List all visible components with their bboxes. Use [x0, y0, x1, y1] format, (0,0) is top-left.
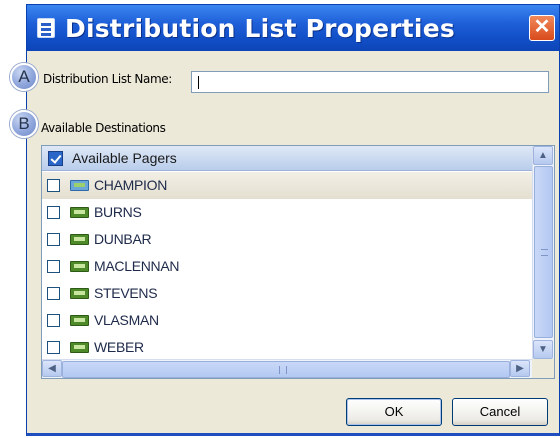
pager-list[interactable]: Available Pagers CHAMPION BURNS DUNBAR MACL…: [41, 145, 555, 379]
pager-name: CHAMPION: [94, 177, 168, 193]
list-header-label: Available Pagers: [72, 150, 177, 166]
grip-icon: [541, 249, 548, 256]
horizontal-scroll-thumb[interactable]: [62, 361, 510, 378]
callout-marker-a: A: [10, 63, 38, 91]
available-destinations-label: Available Destinations: [41, 121, 166, 135]
list-item[interactable]: DUNBAR: [42, 226, 532, 253]
list-item[interactable]: VLASMAN: [42, 307, 532, 334]
list-item[interactable]: STEVENS: [42, 280, 532, 307]
list-header[interactable]: Available Pagers: [42, 146, 532, 171]
pager-name: VLASMAN: [94, 312, 159, 328]
select-all-checkbox[interactable]: [48, 151, 63, 166]
distribution-list-name-label: Distribution List Name:: [43, 72, 172, 86]
pager-icon: [70, 315, 89, 326]
distribution-list-name-input[interactable]: [191, 71, 549, 93]
scrollbar-corner: [532, 359, 554, 378]
horizontal-scrollbar[interactable]: ◀ ▶: [42, 359, 532, 378]
pager-name: DUNBAR: [94, 231, 152, 247]
pager-name: BURNS: [94, 204, 142, 220]
pager-name: WEBER: [94, 339, 144, 355]
title-bar[interactable]: Distribution List Properties ✕: [27, 5, 559, 51]
pager-icon: [70, 261, 89, 272]
distribution-list-dialog: Distribution List Properties ✕ Distribut…: [26, 4, 560, 436]
text-caret: [198, 76, 199, 89]
pager-name: STEVENS: [94, 285, 158, 301]
pager-icon: [70, 288, 89, 299]
pager-checkbox[interactable]: [47, 260, 60, 273]
pager-icon: [70, 207, 89, 218]
pager-checkbox[interactable]: [47, 341, 60, 354]
pager-group-icon: [70, 180, 89, 191]
pager-checkbox[interactable]: [47, 179, 60, 192]
callout-marker-b: B: [10, 110, 38, 138]
window-title: Distribution List Properties: [65, 14, 455, 43]
pager-name: MACLENNAN: [94, 258, 180, 274]
scroll-left-button[interactable]: ◀: [42, 360, 62, 377]
grip-icon: [279, 366, 287, 374]
cancel-button[interactable]: Cancel: [452, 398, 548, 426]
list-item[interactable]: WEBER: [42, 334, 532, 361]
pager-checkbox[interactable]: [47, 233, 60, 246]
list-item[interactable]: MACLENNAN: [42, 253, 532, 280]
scroll-down-button[interactable]: ▼: [533, 340, 553, 359]
pager-icon: [70, 234, 89, 245]
vertical-scroll-thumb[interactable]: [534, 166, 553, 338]
document-icon: [37, 18, 55, 38]
scroll-up-button[interactable]: ▲: [533, 146, 553, 165]
ok-button[interactable]: OK: [346, 398, 442, 426]
list-item[interactable]: CHAMPION: [42, 172, 532, 199]
pager-checkbox[interactable]: [47, 287, 60, 300]
scroll-right-button[interactable]: ▶: [510, 360, 530, 377]
vertical-scrollbar[interactable]: ▲ ▼: [532, 146, 554, 360]
close-button[interactable]: ✕: [529, 15, 555, 41]
pager-checkbox[interactable]: [47, 314, 60, 327]
pager-icon: [70, 342, 89, 353]
list-item[interactable]: BURNS: [42, 199, 532, 226]
pager-checkbox[interactable]: [47, 206, 60, 219]
